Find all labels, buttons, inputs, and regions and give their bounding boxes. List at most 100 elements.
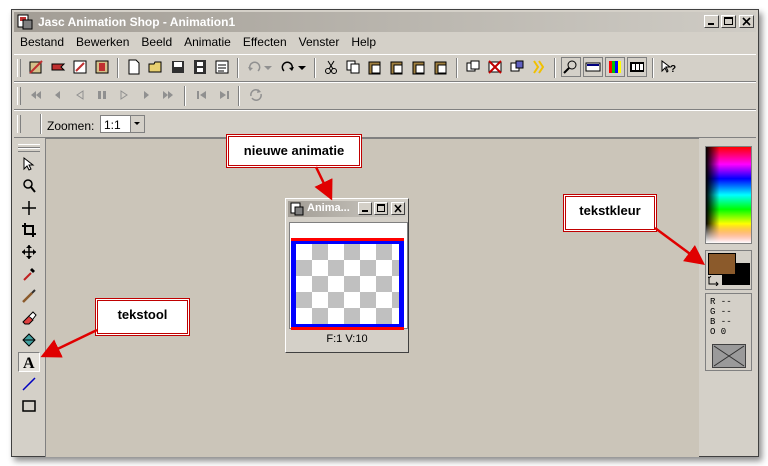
properties-button[interactable] xyxy=(212,57,232,77)
menu-animatie[interactable]: Animatie xyxy=(178,33,237,49)
delete-frames-button[interactable] xyxy=(485,57,505,77)
maximize-icon xyxy=(724,17,733,25)
loop-button[interactable] xyxy=(246,85,266,105)
toolbar-toggle-button[interactable] xyxy=(583,57,603,77)
menu-help[interactable]: Help xyxy=(345,33,382,49)
open-button[interactable] xyxy=(146,57,166,77)
color-spectrum[interactable] xyxy=(705,146,752,244)
step-back-button[interactable] xyxy=(192,85,212,105)
rectangle-icon xyxy=(22,400,36,412)
dropper-tool[interactable] xyxy=(18,264,40,284)
save-frames-button[interactable] xyxy=(190,57,210,77)
svg-text:?: ? xyxy=(670,64,676,75)
step-back-icon xyxy=(197,91,206,99)
vcr-toggle-button[interactable] xyxy=(627,57,647,77)
paste-after-button[interactable] xyxy=(409,57,429,77)
play-icon xyxy=(120,90,128,100)
banner-wizard-button[interactable] xyxy=(48,57,68,77)
context-help-button[interactable]: ? xyxy=(658,57,678,77)
no-color-swatch[interactable] xyxy=(712,344,746,368)
play-backward-icon xyxy=(76,90,84,100)
minimize-button[interactable] xyxy=(704,15,719,28)
delete-frames-icon xyxy=(488,60,502,74)
toolbar-separator xyxy=(117,58,119,78)
swap-colors-icon[interactable] xyxy=(708,276,720,286)
child-maximize-button[interactable] xyxy=(374,202,388,215)
frame-properties-button[interactable] xyxy=(507,57,527,77)
redo-button[interactable] xyxy=(278,57,298,77)
toolbar-grip[interactable] xyxy=(17,115,21,133)
insert-frames-button[interactable] xyxy=(463,57,483,77)
save-icon xyxy=(172,61,184,73)
animation-wizard-button[interactable] xyxy=(26,57,46,77)
effects-button[interactable] xyxy=(529,57,549,77)
arrow-tool[interactable] xyxy=(18,154,40,174)
play-backward-button[interactable] xyxy=(70,85,90,105)
step-forward-button[interactable] xyxy=(214,85,234,105)
palette-grip[interactable] xyxy=(18,148,40,152)
zoom-select[interactable]: 1:1 xyxy=(100,115,145,133)
zoom-toggle-button[interactable] xyxy=(561,57,581,77)
animation-child-window[interactable]: Anima... F:1 V:10 xyxy=(285,198,409,353)
color-palette: R -- G -- B -- O 0 xyxy=(700,138,756,456)
open-folder-icon xyxy=(148,61,162,73)
undo-dropdown xyxy=(262,57,274,77)
child-close-button[interactable] xyxy=(391,202,405,215)
optimization-wizard-button[interactable] xyxy=(70,57,90,77)
paste-into-button[interactable] xyxy=(431,57,451,77)
crop-tool[interactable] xyxy=(18,220,40,240)
mover-tool[interactable] xyxy=(18,198,40,218)
menu-effecten[interactable]: Effecten xyxy=(237,33,293,49)
child-minimize-button[interactable] xyxy=(358,202,372,215)
next-frame-button[interactable] xyxy=(136,85,156,105)
paintbrush-tool[interactable] xyxy=(18,286,40,306)
child-title-bar[interactable]: Anima... xyxy=(288,201,406,217)
zoom-dropdown-button[interactable] xyxy=(130,116,144,132)
paste-before-button[interactable] xyxy=(387,57,407,77)
toolbar-separator xyxy=(40,114,42,134)
zoom-tool[interactable] xyxy=(18,176,40,196)
toolbar-separator xyxy=(238,86,240,106)
new-button[interactable] xyxy=(124,57,144,77)
eraser-tool[interactable] xyxy=(18,308,40,328)
menu-venster[interactable]: Venster xyxy=(293,33,346,49)
browse-icon xyxy=(95,60,109,74)
minimize-icon xyxy=(708,23,714,25)
toolbar-grip[interactable] xyxy=(17,59,21,77)
previous-frame-button[interactable] xyxy=(48,85,68,105)
tool-palette: A xyxy=(14,138,44,456)
minimize-icon xyxy=(362,210,368,212)
last-frame-button[interactable] xyxy=(158,85,178,105)
save-button[interactable] xyxy=(168,57,188,77)
stop-button[interactable] xyxy=(92,85,112,105)
frame-props-icon xyxy=(510,60,524,72)
green-value: G -- xyxy=(710,307,732,317)
palette-icon xyxy=(609,61,621,73)
menu-bestand[interactable]: Bestand xyxy=(14,33,70,49)
foreground-color-swatch[interactable] xyxy=(708,253,736,275)
color-swatches xyxy=(705,250,752,290)
toolbar-grip[interactable] xyxy=(17,87,21,105)
menu-bewerken[interactable]: Bewerken xyxy=(70,33,135,49)
frame-thumbnail[interactable] xyxy=(291,238,404,330)
browse-button[interactable] xyxy=(92,57,112,77)
play-forward-button[interactable] xyxy=(114,85,134,105)
menu-beeld[interactable]: Beeld xyxy=(135,33,178,49)
move-tool[interactable] xyxy=(18,242,40,262)
first-frame-button[interactable] xyxy=(26,85,46,105)
toolbar-separator xyxy=(237,58,239,78)
maximize-button[interactable] xyxy=(721,15,736,28)
redo-dropdown[interactable] xyxy=(296,57,308,77)
cut-button[interactable] xyxy=(321,57,341,77)
color-palette-toggle-button[interactable] xyxy=(605,57,625,77)
opacity-value: O 0 xyxy=(710,327,727,337)
close-button[interactable] xyxy=(739,15,754,28)
paste-new-button[interactable] xyxy=(365,57,385,77)
chevron-down-icon xyxy=(134,122,140,125)
text-tool[interactable]: A xyxy=(18,352,40,372)
fill-tool[interactable] xyxy=(18,330,40,350)
red-value: R -- xyxy=(710,297,732,307)
copy-button[interactable] xyxy=(343,57,363,77)
line-tool[interactable] xyxy=(18,374,40,394)
rectangle-tool[interactable] xyxy=(18,396,40,416)
